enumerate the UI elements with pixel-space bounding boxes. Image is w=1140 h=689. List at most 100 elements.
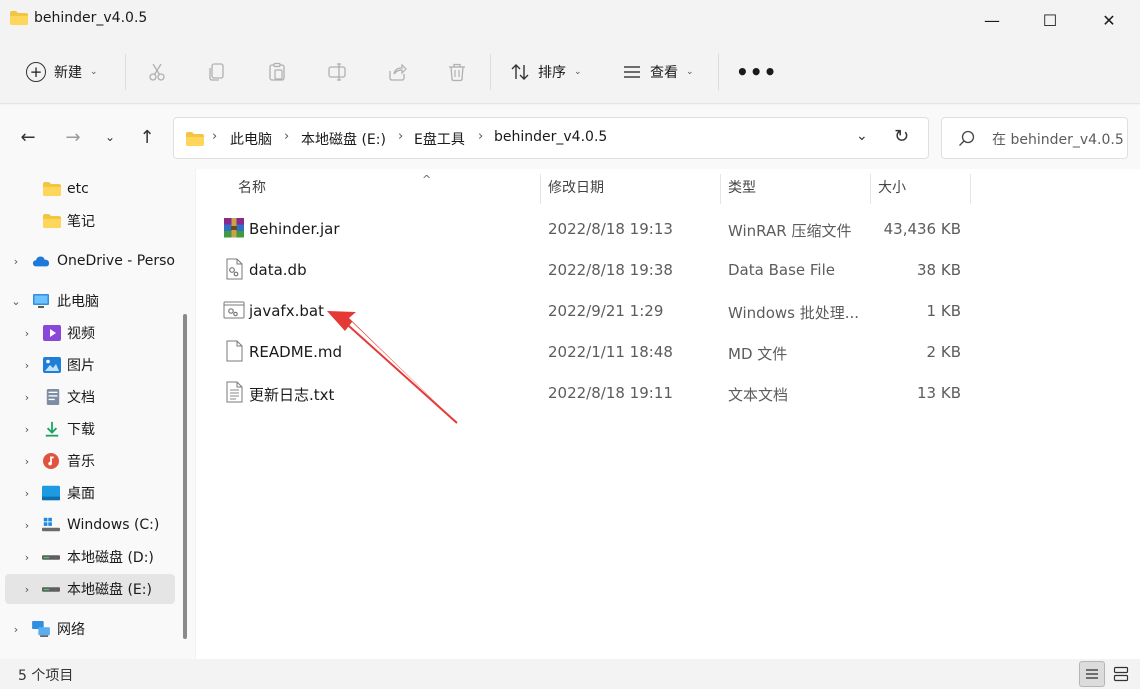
breadcrumb-current-folder[interactable]: behinder_v4.0.5 bbox=[494, 129, 607, 145]
sidebar-item-drive-d[interactable]: › 本地磁盘 (D:) bbox=[0, 542, 176, 572]
file-type: MD 文件 bbox=[728, 345, 788, 363]
sidebar-item-documents[interactable]: › 文档 bbox=[0, 382, 176, 412]
folder-icon bbox=[43, 214, 61, 228]
window-title: behinder_v4.0.5 bbox=[34, 10, 148, 26]
chevron-right-icon: › bbox=[284, 129, 290, 144]
sidebar-item-drive-e[interactable]: › 本地磁盘 (E:) bbox=[5, 574, 175, 604]
sidebar-item-etc[interactable]: etc bbox=[0, 174, 176, 204]
file-type: Data Base File bbox=[728, 261, 835, 279]
sidebar-item-pictures[interactable]: › 图片 bbox=[0, 350, 176, 380]
column-header-name[interactable]: 名称 ^ bbox=[238, 173, 431, 203]
paste-button[interactable] bbox=[265, 60, 289, 84]
tiles-view-button[interactable] bbox=[1108, 661, 1134, 687]
minimize-button[interactable]: — bbox=[963, 0, 1021, 40]
column-header-type[interactable]: 类型 bbox=[728, 177, 756, 203]
chevron-right-icon[interactable]: › bbox=[10, 255, 22, 268]
breadcrumb-this-pc[interactable]: 此电脑 bbox=[230, 129, 272, 149]
delete-button[interactable] bbox=[445, 60, 469, 84]
breadcrumb-tools-folder[interactable]: E盘工具 bbox=[414, 129, 465, 149]
chevron-right-icon: › bbox=[478, 129, 484, 144]
column-name-label: 名称 bbox=[238, 180, 266, 196]
chevron-right-icon[interactable]: › bbox=[21, 455, 33, 468]
pictures-icon bbox=[43, 357, 61, 373]
chevron-right-icon[interactable]: › bbox=[21, 423, 33, 436]
column-divider[interactable] bbox=[870, 174, 871, 204]
column-divider[interactable] bbox=[970, 174, 971, 204]
sidebar-item-label: 此电脑 bbox=[57, 294, 99, 310]
downloads-icon bbox=[45, 421, 59, 437]
cut-button[interactable] bbox=[145, 60, 169, 84]
windows-drive-icon bbox=[42, 517, 60, 532]
breadcrumb-drive-e[interactable]: 本地磁盘 (E:) bbox=[301, 129, 386, 149]
sidebar-item-label: Windows (C:) bbox=[67, 517, 160, 533]
chevron-down-icon[interactable]: ⌄ bbox=[10, 295, 22, 308]
sort-button[interactable]: 排序 ⌄ bbox=[504, 54, 588, 90]
sort-label: 排序 bbox=[538, 65, 566, 81]
chevron-right-icon[interactable]: › bbox=[21, 551, 33, 564]
sidebar-item-notes[interactable]: 笔记 bbox=[0, 206, 176, 236]
drive-icon bbox=[42, 587, 60, 592]
recent-locations-button[interactable]: ⌄ bbox=[98, 125, 122, 149]
more-options-button[interactable]: ••• bbox=[736, 60, 777, 84]
sidebar-item-this-pc[interactable]: ⌄ 此电脑 bbox=[0, 286, 176, 316]
forward-button[interactable]: → bbox=[61, 125, 85, 149]
chevron-right-icon[interactable]: › bbox=[21, 519, 33, 532]
refresh-button[interactable]: ↻ bbox=[894, 126, 909, 147]
file-date: 2022/8/18 19:11 bbox=[548, 384, 673, 402]
view-button[interactable]: 查看 ⌄ bbox=[616, 54, 700, 90]
column-header-date[interactable]: 修改日期 bbox=[548, 177, 604, 203]
up-button[interactable]: ↑ bbox=[135, 125, 159, 149]
column-divider[interactable] bbox=[720, 174, 721, 204]
toolbar-divider bbox=[125, 54, 126, 90]
details-view-button[interactable] bbox=[1079, 661, 1105, 687]
navigation-pane: etc 笔记 › OneDrive - Personal ⌄ 此电脑 › 视频 … bbox=[0, 169, 195, 659]
this-pc-icon bbox=[33, 294, 49, 308]
chevron-right-icon: › bbox=[212, 129, 218, 144]
sidebar-item-downloads[interactable]: › 下载 bbox=[0, 414, 176, 444]
column-size-label: 大小 bbox=[878, 180, 906, 196]
file-name: Behinder.jar bbox=[249, 220, 340, 238]
share-button[interactable] bbox=[385, 60, 409, 84]
file-date: 2022/1/11 18:48 bbox=[548, 343, 673, 361]
chevron-right-icon[interactable]: › bbox=[21, 391, 33, 404]
sidebar-item-label: OneDrive - Personal bbox=[57, 253, 176, 269]
column-type-label: 类型 bbox=[728, 180, 756, 196]
chevron-right-icon[interactable]: › bbox=[21, 359, 33, 372]
new-button[interactable]: + 新建 ⌄ bbox=[18, 54, 106, 90]
column-divider[interactable] bbox=[540, 174, 541, 204]
search-box[interactable]: 在 behinder_v4.0.5 中搜索 bbox=[941, 117, 1128, 159]
file-row[interactable]: README.md 2022/1/11 18:48 MD 文件 2 KB bbox=[216, 332, 976, 372]
chevron-right-icon: › bbox=[398, 129, 404, 144]
chevron-right-icon[interactable]: › bbox=[21, 583, 33, 596]
file-row[interactable]: javafx.bat 2022/9/21 1:29 Windows 批处理...… bbox=[216, 291, 976, 331]
sidebar-item-videos[interactable]: › 视频 bbox=[0, 318, 176, 348]
view-label: 查看 bbox=[650, 65, 678, 81]
sidebar-item-windows-c[interactable]: › Windows (C:) bbox=[0, 510, 176, 540]
maximize-button[interactable]: ☐ bbox=[1021, 0, 1079, 40]
sidebar-item-onedrive[interactable]: › OneDrive - Personal bbox=[0, 246, 176, 276]
file-row[interactable]: data.db 2022/8/18 19:38 Data Base File 3… bbox=[216, 250, 976, 290]
sidebar-scrollbar[interactable] bbox=[183, 314, 187, 639]
scissors-icon bbox=[149, 63, 165, 81]
chevron-right-icon[interactable]: › bbox=[21, 487, 33, 500]
sidebar-item-network[interactable]: › 网络 bbox=[0, 614, 176, 644]
chevron-right-icon[interactable]: › bbox=[10, 623, 22, 636]
sidebar-item-music[interactable]: › 音乐 bbox=[0, 446, 176, 476]
rename-button[interactable] bbox=[325, 60, 349, 84]
search-input[interactable]: 在 behinder_v4.0.5 中搜索 bbox=[992, 129, 1126, 149]
back-button[interactable]: ← bbox=[16, 125, 40, 149]
file-row[interactable]: Behinder.jar 2022/8/18 19:13 WinRAR 压缩文件… bbox=[216, 209, 976, 249]
sidebar-item-desktop[interactable]: › 桌面 bbox=[0, 478, 176, 508]
file-date: 2022/9/21 1:29 bbox=[548, 302, 664, 320]
column-header-size[interactable]: 大小 bbox=[878, 177, 906, 203]
network-icon bbox=[32, 621, 50, 637]
file-row[interactable]: 更新日志.txt 2022/8/18 19:11 文本文档 13 KB bbox=[216, 373, 976, 413]
address-bar[interactable]: › 此电脑 › 本地磁盘 (E:) › E盘工具 › behinder_v4.0… bbox=[173, 117, 929, 159]
copy-button[interactable] bbox=[205, 60, 229, 84]
chevron-right-icon[interactable]: › bbox=[21, 327, 33, 340]
close-button[interactable]: ✕ bbox=[1080, 0, 1138, 40]
copy-icon bbox=[209, 63, 224, 81]
file-size: 1 KB bbox=[926, 302, 961, 320]
paste-icon bbox=[269, 62, 285, 81]
address-dropdown-button[interactable]: ⌄ bbox=[856, 128, 868, 144]
